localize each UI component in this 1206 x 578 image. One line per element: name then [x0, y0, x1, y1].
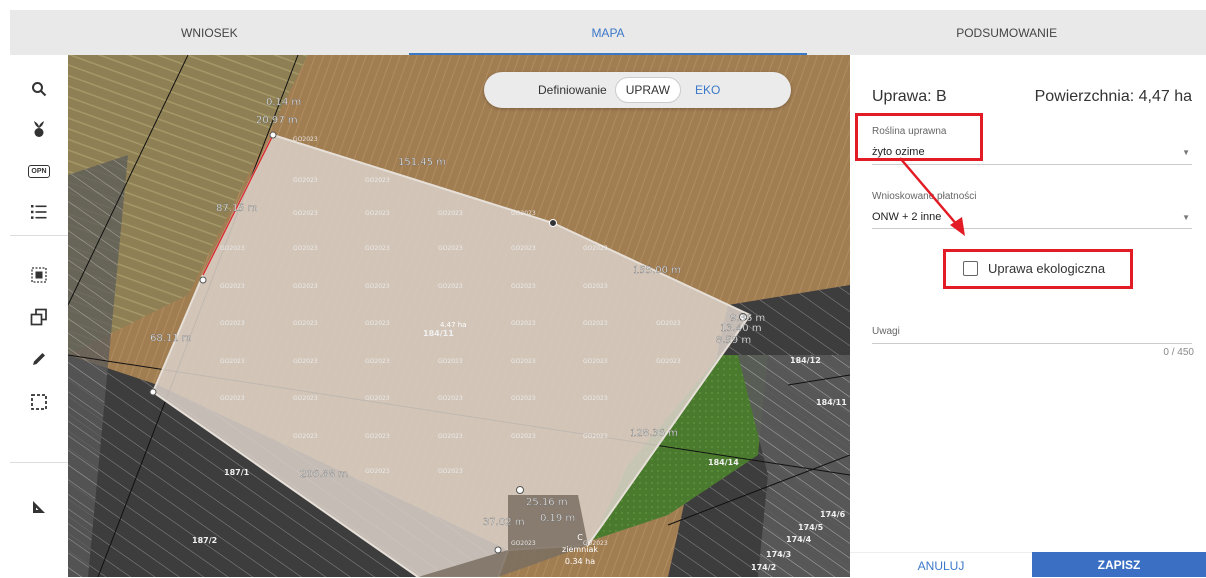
annotation-arrow [899, 157, 965, 236]
